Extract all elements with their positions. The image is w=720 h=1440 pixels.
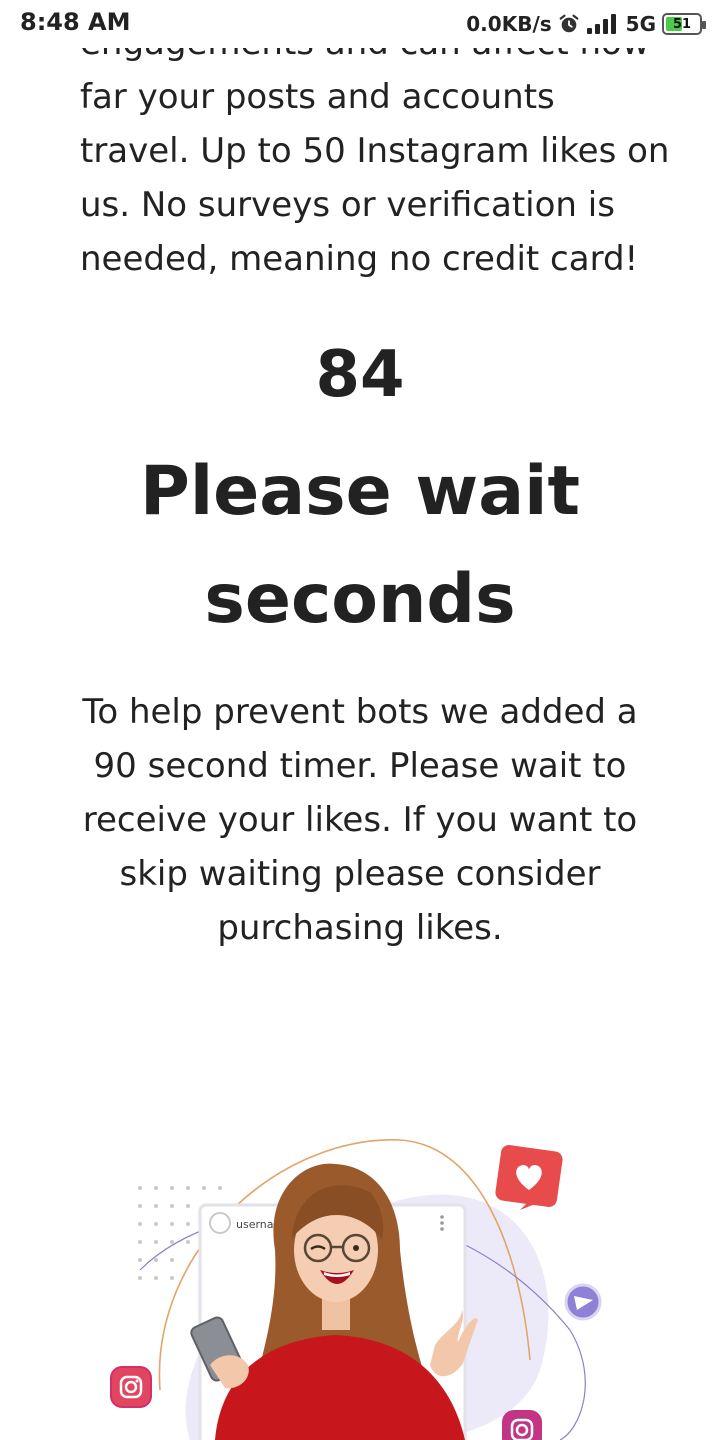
alarm-icon	[559, 14, 579, 33]
countdown-number: 84	[315, 338, 405, 412]
hero-illustration: usernam	[110, 1139, 602, 1440]
heart-icon	[495, 1144, 563, 1210]
status-bar: 8:48 AM 0.0KB/s 5G 51	[0, 0, 720, 48]
screen: 8:48 AM 0.0KB/s 5G 51 engagements	[0, 0, 720, 1440]
intro-paragraph: engagements and can affect how far your …	[80, 16, 670, 286]
note-line: purchasing likes.	[217, 908, 503, 948]
note-line: skip waiting please consider	[119, 854, 601, 894]
wait-heading-line: Please wait	[140, 452, 580, 531]
network-type: 5G	[625, 12, 656, 36]
net-speed: 0.0KB/s	[466, 12, 552, 36]
intro-line: far your posts and accounts	[80, 77, 555, 117]
status-right: 0.0KB/s 5G 51	[466, 10, 706, 38]
note-line: receive your likes. If you want to	[82, 800, 638, 840]
battery-level: 51	[672, 16, 692, 32]
signal-icon	[586, 14, 616, 34]
wait-heading: Please wait seconds	[0, 438, 720, 654]
intro-line: us. No surveys or verification is	[80, 185, 615, 225]
note-line: 90 second timer. Please wait to	[93, 746, 627, 786]
status-time: 8:48 AM	[20, 8, 131, 36]
intro-line: travel. Up to 50 Instagram likes on	[80, 131, 670, 171]
instagram-icon	[502, 1410, 542, 1440]
intro-line: needed, meaning no credit card!	[80, 239, 639, 279]
wait-heading-line: seconds	[204, 560, 516, 639]
instagram-icon	[110, 1366, 152, 1408]
note-line: To help prevent bots we added a	[82, 692, 638, 732]
battery-icon: 51	[662, 13, 706, 35]
send-icon	[564, 1283, 602, 1321]
timer-note: To help prevent bots we added a 90 secon…	[0, 685, 720, 955]
